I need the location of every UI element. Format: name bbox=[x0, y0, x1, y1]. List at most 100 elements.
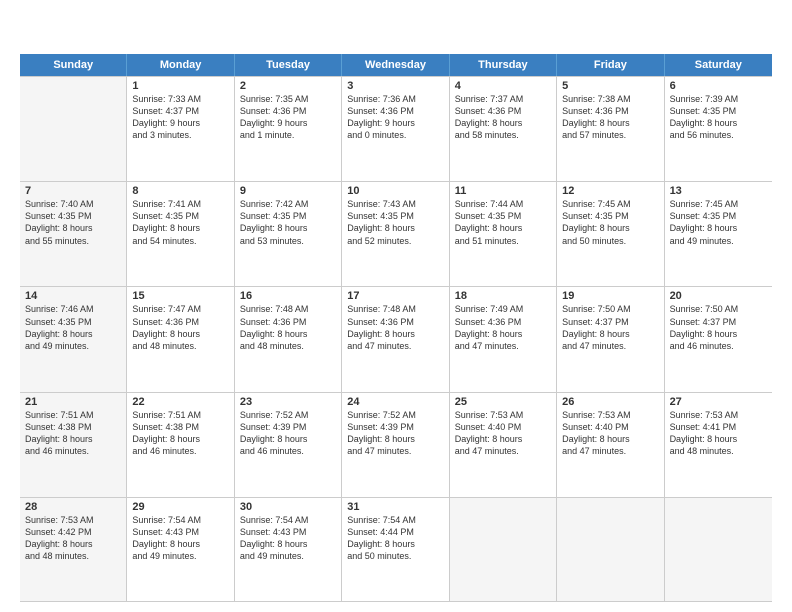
cell-info-line: Sunset: 4:44 PM bbox=[347, 526, 443, 538]
cell-info-line: Sunrise: 7:40 AM bbox=[25, 198, 121, 210]
cell-info-line: Sunrise: 7:46 AM bbox=[25, 303, 121, 315]
cell-info-line: Sunrise: 7:50 AM bbox=[670, 303, 767, 315]
cell-info-line: Daylight: 8 hours bbox=[670, 222, 767, 234]
cell-info-line: Sunrise: 7:48 AM bbox=[347, 303, 443, 315]
cell-info-line: and 54 minutes. bbox=[132, 235, 228, 247]
cell-info-line: Sunrise: 7:39 AM bbox=[670, 93, 767, 105]
cell-info-line: Sunrise: 7:53 AM bbox=[670, 409, 767, 421]
calendar-row-4: 28Sunrise: 7:53 AMSunset: 4:42 PMDayligh… bbox=[20, 497, 772, 602]
calendar-cell: 22Sunrise: 7:51 AMSunset: 4:38 PMDayligh… bbox=[127, 393, 234, 497]
cell-info-line: and 58 minutes. bbox=[455, 129, 551, 141]
cell-info-line: Sunrise: 7:54 AM bbox=[132, 514, 228, 526]
cell-info-line: Sunrise: 7:44 AM bbox=[455, 198, 551, 210]
day-number: 29 bbox=[132, 501, 228, 513]
cell-info-line: Sunrise: 7:53 AM bbox=[455, 409, 551, 421]
calendar-cell: 28Sunrise: 7:53 AMSunset: 4:42 PMDayligh… bbox=[20, 498, 127, 601]
cell-info-line: Daylight: 8 hours bbox=[670, 328, 767, 340]
cell-info-line: Sunrise: 7:36 AM bbox=[347, 93, 443, 105]
day-number: 14 bbox=[25, 290, 121, 302]
cell-info-line: Sunset: 4:38 PM bbox=[132, 421, 228, 433]
calendar-cell: 9Sunrise: 7:42 AMSunset: 4:35 PMDaylight… bbox=[235, 182, 342, 286]
day-number: 4 bbox=[455, 80, 551, 92]
calendar-cell: 17Sunrise: 7:48 AMSunset: 4:36 PMDayligh… bbox=[342, 287, 449, 391]
cell-info-line: and 50 minutes. bbox=[562, 235, 658, 247]
calendar-cell: 8Sunrise: 7:41 AMSunset: 4:35 PMDaylight… bbox=[127, 182, 234, 286]
cell-info-line: Sunrise: 7:48 AM bbox=[240, 303, 336, 315]
cell-info-line: Sunset: 4:37 PM bbox=[562, 316, 658, 328]
cell-info-line: Sunset: 4:39 PM bbox=[240, 421, 336, 433]
cell-info-line: Sunset: 4:43 PM bbox=[240, 526, 336, 538]
cell-info-line: and 47 minutes. bbox=[455, 340, 551, 352]
cell-info-line: and 57 minutes. bbox=[562, 129, 658, 141]
cell-info-line: Sunset: 4:36 PM bbox=[455, 316, 551, 328]
weekday-header-saturday: Saturday bbox=[665, 54, 772, 76]
calendar-cell: 12Sunrise: 7:45 AMSunset: 4:35 PMDayligh… bbox=[557, 182, 664, 286]
cell-info-line: and 3 minutes. bbox=[132, 129, 228, 141]
calendar-row-3: 21Sunrise: 7:51 AMSunset: 4:38 PMDayligh… bbox=[20, 392, 772, 497]
calendar-cell: 1Sunrise: 7:33 AMSunset: 4:37 PMDaylight… bbox=[127, 77, 234, 181]
cell-info-line: Sunrise: 7:50 AM bbox=[562, 303, 658, 315]
day-number: 30 bbox=[240, 501, 336, 513]
calendar-cell: 25Sunrise: 7:53 AMSunset: 4:40 PMDayligh… bbox=[450, 393, 557, 497]
day-number: 26 bbox=[562, 396, 658, 408]
cell-info-line: and 51 minutes. bbox=[455, 235, 551, 247]
cell-info-line: Sunset: 4:41 PM bbox=[670, 421, 767, 433]
cell-info-line: Sunset: 4:40 PM bbox=[562, 421, 658, 433]
cell-info-line: Sunrise: 7:43 AM bbox=[347, 198, 443, 210]
cell-info-line: Sunset: 4:38 PM bbox=[25, 421, 121, 433]
day-number: 1 bbox=[132, 80, 228, 92]
calendar-cell: 31Sunrise: 7:54 AMSunset: 4:44 PMDayligh… bbox=[342, 498, 449, 601]
cell-info-line: Daylight: 8 hours bbox=[455, 433, 551, 445]
cell-info-line: and 46 minutes. bbox=[240, 445, 336, 457]
day-number: 5 bbox=[562, 80, 658, 92]
calendar-cell: 4Sunrise: 7:37 AMSunset: 4:36 PMDaylight… bbox=[450, 77, 557, 181]
cell-info-line: Daylight: 8 hours bbox=[562, 328, 658, 340]
cell-info-line: Sunset: 4:35 PM bbox=[670, 105, 767, 117]
header bbox=[20, 18, 772, 46]
calendar-cell: 6Sunrise: 7:39 AMSunset: 4:35 PMDaylight… bbox=[665, 77, 772, 181]
calendar-cell: 13Sunrise: 7:45 AMSunset: 4:35 PMDayligh… bbox=[665, 182, 772, 286]
calendar-cell: 30Sunrise: 7:54 AMSunset: 4:43 PMDayligh… bbox=[235, 498, 342, 601]
cell-info-line: Sunset: 4:42 PM bbox=[25, 526, 121, 538]
cell-info-line: Sunrise: 7:52 AM bbox=[347, 409, 443, 421]
calendar-cell bbox=[557, 498, 664, 601]
cell-info-line: Daylight: 8 hours bbox=[25, 433, 121, 445]
cell-info-line: and 53 minutes. bbox=[240, 235, 336, 247]
cell-info-line: Sunset: 4:35 PM bbox=[25, 316, 121, 328]
cell-info-line: Daylight: 8 hours bbox=[132, 328, 228, 340]
cell-info-line: Sunset: 4:36 PM bbox=[347, 105, 443, 117]
cell-info-line: Sunset: 4:35 PM bbox=[25, 210, 121, 222]
calendar-cell: 29Sunrise: 7:54 AMSunset: 4:43 PMDayligh… bbox=[127, 498, 234, 601]
cell-info-line: Daylight: 8 hours bbox=[132, 538, 228, 550]
cell-info-line: and 55 minutes. bbox=[25, 235, 121, 247]
cell-info-line: Sunset: 4:35 PM bbox=[562, 210, 658, 222]
calendar-cell bbox=[665, 498, 772, 601]
cell-info-line: and 47 minutes. bbox=[347, 340, 443, 352]
cell-info-line: Sunset: 4:35 PM bbox=[132, 210, 228, 222]
cell-info-line: and 49 minutes. bbox=[25, 340, 121, 352]
cell-info-line: and 52 minutes. bbox=[347, 235, 443, 247]
calendar-cell: 5Sunrise: 7:38 AMSunset: 4:36 PMDaylight… bbox=[557, 77, 664, 181]
cell-info-line: Daylight: 8 hours bbox=[240, 538, 336, 550]
cell-info-line: Daylight: 8 hours bbox=[670, 433, 767, 445]
cell-info-line: Daylight: 8 hours bbox=[132, 222, 228, 234]
cell-info-line: Daylight: 8 hours bbox=[455, 328, 551, 340]
day-number: 11 bbox=[455, 185, 551, 197]
calendar-cell: 11Sunrise: 7:44 AMSunset: 4:35 PMDayligh… bbox=[450, 182, 557, 286]
cell-info-line: Sunrise: 7:51 AM bbox=[25, 409, 121, 421]
calendar-cell: 21Sunrise: 7:51 AMSunset: 4:38 PMDayligh… bbox=[20, 393, 127, 497]
cell-info-line: Sunrise: 7:33 AM bbox=[132, 93, 228, 105]
day-number: 6 bbox=[670, 80, 767, 92]
cell-info-line: Sunrise: 7:47 AM bbox=[132, 303, 228, 315]
day-number: 2 bbox=[240, 80, 336, 92]
cell-info-line: and 49 minutes. bbox=[670, 235, 767, 247]
cell-info-line: Sunrise: 7:54 AM bbox=[347, 514, 443, 526]
calendar-row-2: 14Sunrise: 7:46 AMSunset: 4:35 PM Dayligh… bbox=[20, 286, 772, 391]
cell-info-line: Daylight: 8 hours bbox=[455, 117, 551, 129]
cell-info-line: Sunrise: 7:42 AM bbox=[240, 198, 336, 210]
cell-info-line: Sunrise: 7:51 AM bbox=[132, 409, 228, 421]
cell-info-line: Daylight: 8 hours bbox=[240, 328, 336, 340]
day-number: 15 bbox=[132, 290, 228, 302]
calendar-cell: 10Sunrise: 7:43 AMSunset: 4:35 PMDayligh… bbox=[342, 182, 449, 286]
cell-info-line: and 1 minute. bbox=[240, 129, 336, 141]
